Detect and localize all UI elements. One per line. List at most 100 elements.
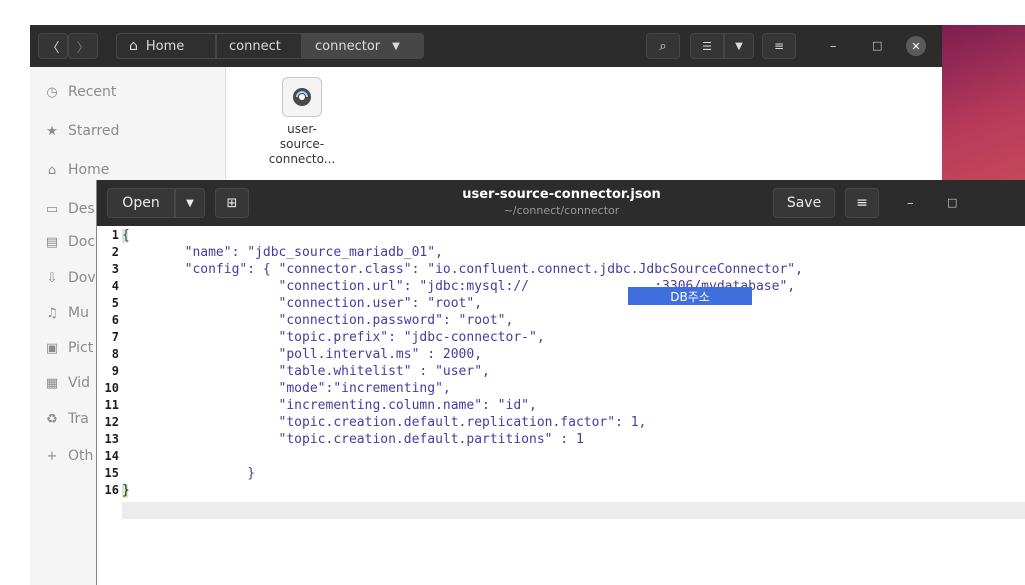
document-icon: ▤ [45, 234, 59, 250]
file-name-line: user- [287, 122, 317, 136]
code-line: "incrementing.column.name": "id", [122, 398, 537, 413]
sidebar-item-label: Dov [68, 270, 96, 286]
video-icon: ▦ [45, 375, 59, 391]
line-number: 11 [104, 398, 119, 412]
sidebar-item-starred[interactable]: ★ Starred [30, 117, 225, 145]
line-number: 13 [104, 432, 119, 446]
sidebar-item-label: Pict [68, 340, 94, 356]
code-line: "mode":"incrementing", [122, 381, 451, 396]
document-path: ~/connect/connector [503, 204, 620, 217]
sidebar-item-label: Home [68, 162, 110, 178]
back-button[interactable]: 〈 [38, 33, 68, 59]
home-icon: ⌂ [47, 162, 57, 178]
line-number: 16 [104, 483, 119, 497]
code-line: "table.whitelist" : "user", [122, 364, 490, 379]
line-number: 1 [111, 228, 119, 242]
forward-button[interactable]: 〉 [68, 33, 98, 59]
code-line: } [122, 466, 256, 481]
sidebar-item-label: Starred [68, 123, 120, 139]
list-view-icon: ☰ [702, 39, 712, 53]
star-icon: ★ [46, 123, 58, 139]
breadcrumb-connect-label: connect [229, 38, 281, 54]
home-icon: ⌂ [129, 38, 138, 54]
sidebar-item-label: Mu [68, 305, 89, 321]
line-number: 4 [111, 279, 119, 293]
code-line: "topic.creation.default.partitions" : 1 [122, 432, 584, 447]
line-number: 3 [111, 262, 119, 276]
maximize-icon[interactable]: □ [872, 39, 882, 52]
file-manager-headerbar: 〈 〉 ⌂ Home connect connector ▼ ⌕ ☰ ▼ ≡ –… [30, 25, 942, 67]
file-name-line: connecto... [268, 152, 336, 166]
file-name: user- source- connecto... [267, 122, 337, 167]
line-number: 14 [104, 449, 119, 463]
picture-icon: ▣ [45, 340, 59, 356]
line-number: 6 [111, 313, 119, 327]
desktop-wallpaper [942, 25, 1025, 180]
view-list-button[interactable]: ☰ [690, 33, 724, 59]
line-number: 10 [104, 381, 119, 395]
editor-headerbar: Open ▼ ⊞ user-source-connector.json ~/co… [97, 180, 1025, 226]
code-line: "connection.password": "root", [122, 313, 514, 328]
line-number: 15 [104, 466, 119, 480]
redaction-box: DB주소 [628, 287, 752, 305]
file-item[interactable]: user- source- connecto... [267, 77, 337, 167]
clock-icon: ◷ [46, 84, 58, 100]
sidebar-item-label: Oth [68, 448, 94, 464]
code-line: "topic.creation.default.replication.fact… [122, 415, 647, 430]
line-number: 9 [111, 364, 119, 378]
chevron-right-icon: 〉 [76, 40, 90, 56]
download-icon: ⇩ [46, 270, 58, 286]
save-button-label: Save [786, 195, 822, 211]
breadcrumb-home[interactable]: ⌂ Home [116, 33, 216, 59]
code-line: "connection.user": "root", [122, 296, 483, 311]
desktop-icon: ▭ [45, 201, 59, 217]
caret-down-icon: ▼ [392, 40, 400, 52]
hamburger-icon: ≡ [856, 195, 868, 211]
text-editor-window: Open ▼ ⊞ user-source-connector.json ~/co… [96, 180, 1025, 585]
line-number: 5 [111, 296, 119, 310]
code-line: "config": { "connector.class": "io.confl… [122, 262, 803, 277]
close-icon[interactable]: ✕ [906, 36, 926, 56]
maximize-icon[interactable]: □ [947, 196, 957, 209]
sidebar-item-label: Des [68, 201, 95, 217]
code-line: "topic.prefix": "jdbc-connector-", [122, 330, 545, 345]
document-title: user-source-connector.json [462, 187, 661, 202]
breadcrumb-home-label: Home [145, 38, 185, 54]
menu-button[interactable]: ≡ [762, 33, 796, 59]
line-number: 12 [104, 415, 119, 429]
breadcrumb-connector[interactable]: connector ▼ [302, 33, 424, 59]
code-editor[interactable]: { "name": "jdbc_source_mariadb_01", "con… [122, 226, 1025, 585]
json-file-icon [282, 77, 322, 117]
code-line: { [122, 228, 130, 243]
sidebar-item-label: Tra [68, 411, 89, 427]
hamburger-icon: ≡ [773, 39, 785, 53]
menu-button[interactable]: ≡ [845, 188, 879, 218]
line-number-gutter: 1 2 3 4 5 6 7 8 9 10 11 12 13 14 15 16 [97, 226, 121, 585]
sidebar-item-label: Recent [68, 84, 117, 100]
save-button[interactable]: Save [773, 188, 835, 218]
file-name-line: source- [279, 137, 325, 151]
desktop-top-strip [0, 0, 1025, 25]
caret-down-icon: ▼ [735, 40, 743, 52]
code-line: } [122, 483, 130, 498]
breadcrumb-connector-label: connector [315, 38, 381, 54]
chevron-left-icon: 〈 [46, 40, 60, 56]
sidebar-item-recent[interactable]: ◷ Recent [30, 78, 225, 106]
line-number: 7 [111, 330, 119, 344]
plus-icon: + [46, 448, 58, 464]
minimize-icon[interactable]: – [907, 196, 914, 211]
line-number: 8 [111, 347, 119, 361]
view-options-button[interactable]: ▼ [724, 33, 754, 59]
sidebar-item-label: Doc [68, 234, 96, 250]
redaction-label: DB주소 [670, 289, 710, 304]
code-line: "poll.interval.ms" : 2000, [122, 347, 483, 362]
minimize-icon[interactable]: – [830, 39, 837, 54]
search-button[interactable]: ⌕ [646, 33, 680, 59]
trash-icon: ♻ [46, 411, 58, 427]
code-line: "name": "jdbc_source_mariadb_01", [122, 245, 443, 260]
breadcrumb-connect[interactable]: connect [216, 33, 302, 59]
sidebar-item-label: Vid [68, 375, 91, 391]
line-number: 2 [111, 245, 119, 259]
search-icon: ⌕ [659, 38, 667, 54]
music-icon: ♫ [46, 305, 58, 321]
